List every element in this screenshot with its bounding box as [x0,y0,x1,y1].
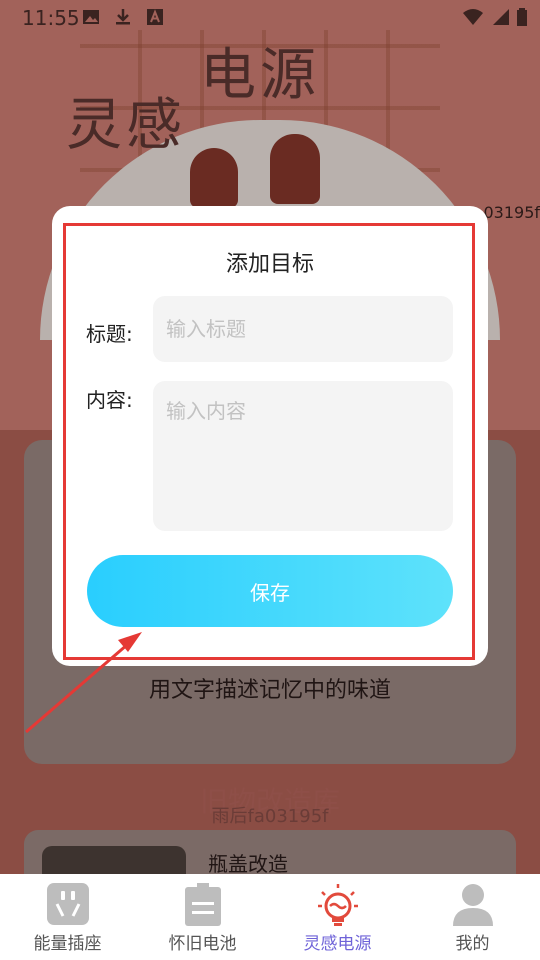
nav-label: 能量插座 [33,934,102,954]
nav-item-inspiration-power[interactable]: 灵感电源 [270,874,405,960]
nav-item-energy-socket[interactable]: 能量插座 [0,874,135,960]
nav-label: 灵感电源 [303,934,372,954]
annotation-arrow [25,632,142,734]
nav-item-profile[interactable]: 我的 [405,874,540,960]
nav-label: 怀旧电池 [168,934,237,954]
profile-icon [452,884,493,926]
bottom-nav: 能量插座 怀旧电池 灵感电源 我的 [0,874,540,960]
nav-label: 我的 [455,934,490,954]
battery-icon [184,883,221,926]
nav-item-nostalgic-battery[interactable]: 怀旧电池 [135,874,270,960]
lightbulb-icon [317,884,358,926]
plug-icon [46,883,89,925]
